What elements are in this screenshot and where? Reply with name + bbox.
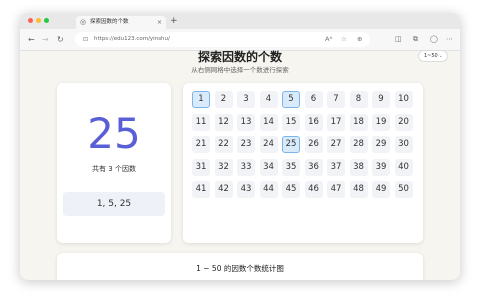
selected-number-card: 25 共有 3 个因数 1, 5, 25	[57, 83, 171, 243]
forward-icon[interactable]: →	[42, 34, 49, 45]
factor-list: 1, 5, 25	[63, 192, 165, 216]
range-label: 1~50	[424, 53, 438, 59]
number-grid-card: 1 2 3 4 5 6 7 8 9 10 11 12 13 14 15 16 17 18 19 20 21 22 23 24 2…	[183, 83, 423, 243]
stats-chart-title: 1 ~ 50 的因数个数统计图	[196, 264, 284, 273]
close-window-button[interactable]	[28, 18, 33, 23]
active-tab[interactable]: ◎ 探索因数的个数 ×	[76, 16, 166, 29]
number-cell-27[interactable]: 27	[327, 136, 345, 153]
number-cell-47[interactable]: 47	[327, 181, 345, 198]
number-cell-21[interactable]: 21	[192, 136, 210, 153]
tab-close-icon[interactable]: ×	[157, 18, 162, 27]
number-cell-43[interactable]: 43	[237, 181, 255, 198]
browser-window: ◎ 探索因数的个数 × + ← → ↻ ⊡ https://edu123.com…	[20, 13, 460, 280]
stats-chart-card: 1 ~ 50 的因数个数统计图	[57, 253, 423, 280]
reload-icon[interactable]: ↻	[57, 34, 64, 45]
number-cell-8[interactable]: 8	[349, 91, 368, 108]
number-cell-50[interactable]: 50	[394, 181, 413, 198]
number-cell-48[interactable]: 48	[349, 181, 368, 198]
number-cell-11[interactable]: 11	[192, 113, 210, 131]
split-screen-icon[interactable]: ◫	[395, 34, 402, 45]
chevron-down-icon: ⌄	[438, 53, 443, 59]
globe-icon: ◎	[80, 18, 87, 26]
number-cell-9[interactable]: 9	[372, 91, 390, 108]
extensions-icon[interactable]: ⊕	[357, 34, 362, 45]
number-cell-24[interactable]: 24	[259, 136, 278, 153]
more-menu-icon[interactable]: ⋯	[446, 34, 453, 45]
number-cell-35[interactable]: 35	[282, 158, 300, 176]
number-cell-16[interactable]: 16	[304, 113, 323, 131]
number-cell-40[interactable]: 40	[394, 158, 413, 176]
factor-count-text: 共有 3 个因数	[92, 165, 136, 173]
address-bar[interactable]: ⊡ https://edu123.com/yinshu/ Aᴬ ☆ ⊕	[75, 32, 370, 47]
number-cell-45[interactable]: 45	[282, 181, 300, 198]
number-cell-46[interactable]: 46	[304, 181, 323, 198]
number-cell-30[interactable]: 30	[394, 136, 413, 153]
number-cell-4[interactable]: 4	[259, 91, 278, 108]
number-cell-49[interactable]: 49	[372, 181, 390, 198]
browser-toolbar: ← → ↻ ⊡ https://edu123.com/yinshu/ Aᴬ ☆ …	[20, 29, 460, 51]
url-text: https://edu123.com/yinshu/	[94, 36, 170, 42]
number-cell-12[interactable]: 12	[214, 113, 233, 131]
number-cell-10[interactable]: 10	[394, 91, 413, 108]
profile-icon[interactable]: ◯	[430, 34, 438, 45]
collections-icon[interactable]: ⧉	[413, 34, 418, 45]
number-cell-7[interactable]: 7	[327, 91, 345, 108]
number-cell-18[interactable]: 18	[349, 113, 368, 131]
read-aloud-icon[interactable]: Aᴬ	[325, 34, 332, 45]
favorite-star-icon[interactable]: ☆	[341, 34, 347, 45]
lock-icon: ⊡	[83, 36, 89, 43]
number-cell-2[interactable]: 2	[214, 91, 233, 108]
number-cell-28[interactable]: 28	[349, 136, 368, 153]
number-cell-44[interactable]: 44	[259, 181, 278, 198]
maximize-window-button[interactable]	[44, 18, 49, 23]
number-cell-33[interactable]: 33	[237, 158, 255, 176]
number-cell-13[interactable]: 13	[237, 113, 255, 131]
range-dropdown[interactable]: 1~50 ⌄	[418, 50, 448, 62]
number-cell-6[interactable]: 6	[304, 91, 323, 108]
back-icon[interactable]: ←	[28, 34, 35, 45]
number-cell-39[interactable]: 39	[372, 158, 390, 176]
page-title: 探索因数的个数	[197, 50, 282, 64]
number-cell-1[interactable]: 1	[192, 91, 210, 108]
number-cell-20[interactable]: 20	[394, 113, 413, 131]
tab-bar: ◎ 探索因数的个数 × +	[20, 13, 460, 29]
number-cell-41[interactable]: 41	[192, 181, 210, 198]
page-subtitle: 从右侧网格中选择一个数进行探索	[191, 66, 289, 74]
selected-number: 25	[87, 109, 141, 158]
number-cell-42[interactable]: 42	[214, 181, 233, 198]
number-cell-19[interactable]: 19	[372, 113, 390, 131]
number-cell-32[interactable]: 32	[214, 158, 233, 176]
new-tab-button[interactable]: +	[170, 16, 178, 27]
number-cell-22[interactable]: 22	[214, 136, 233, 153]
number-cell-31[interactable]: 31	[192, 158, 210, 176]
number-cell-29[interactable]: 29	[372, 136, 390, 153]
number-cell-25[interactable]: 25	[282, 136, 300, 153]
number-cell-38[interactable]: 38	[349, 158, 368, 176]
number-cell-36[interactable]: 36	[304, 158, 323, 176]
minimize-window-button[interactable]	[36, 18, 41, 23]
tab-title: 探索因数的个数	[90, 19, 129, 25]
number-cell-23[interactable]: 23	[237, 136, 255, 153]
number-cell-34[interactable]: 34	[259, 158, 278, 176]
number-cell-14[interactable]: 14	[259, 113, 278, 131]
number-cell-17[interactable]: 17	[327, 113, 345, 131]
number-cell-5[interactable]: 5	[282, 91, 300, 108]
number-cell-15[interactable]: 15	[282, 113, 300, 131]
number-cell-26[interactable]: 26	[304, 136, 323, 153]
number-cell-37[interactable]: 37	[327, 158, 345, 176]
number-cell-3[interactable]: 3	[237, 91, 255, 108]
